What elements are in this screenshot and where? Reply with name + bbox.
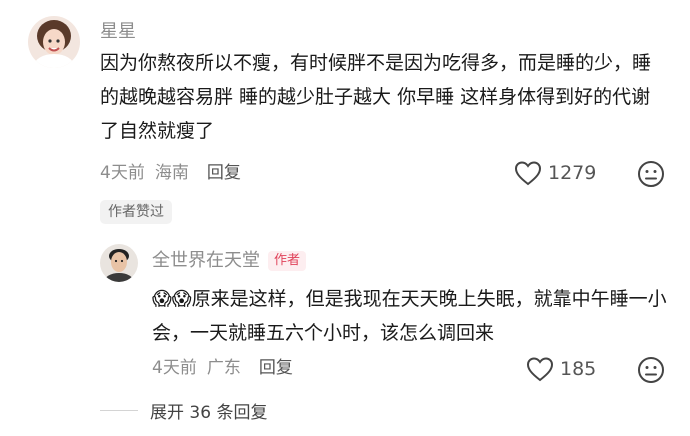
- commenter-username[interactable]: 星星: [100, 21, 136, 43]
- comment-location: 海南: [154, 163, 189, 183]
- reply-like-button[interactable]: 185: [526, 356, 596, 382]
- comment-reply-button[interactable]: 回复: [207, 163, 241, 183]
- comment-like-button[interactable]: 1279: [514, 160, 596, 186]
- reply-dislike-button[interactable]: [637, 356, 665, 384]
- neutral-face-icon: [638, 161, 664, 187]
- reply-text: 原来是这样，但是我现在天天晚上失眠，就靠中午睡一小会，一天就睡五六个小时，该怎么…: [152, 288, 667, 344]
- expand-replies-button[interactable]: 展开 36 条回复: [100, 398, 267, 423]
- author-tag: 作者: [268, 251, 307, 271]
- commenter-avatar[interactable]: [28, 16, 80, 68]
- reply-header: 全世界在天堂 作者: [152, 250, 307, 272]
- reply-author-avatar[interactable]: [100, 244, 138, 282]
- reply-time: 4天前: [152, 358, 197, 378]
- reply-username[interactable]: 全世界在天堂: [152, 250, 260, 272]
- comment-dislike-button[interactable]: [637, 160, 665, 188]
- reply-reply-button[interactable]: 回复: [259, 358, 293, 378]
- reply-location: 广东: [206, 358, 241, 378]
- scream-emoji-icon: 😱😱: [152, 288, 192, 310]
- reply-meta: 4天前 广东 回复: [152, 357, 303, 379]
- reply-like-count: 185: [560, 358, 597, 380]
- neutral-face-icon: [638, 357, 664, 383]
- author-liked-badge: 作者赞过: [100, 200, 172, 224]
- expand-replies-label: 展开 36 条回复: [150, 403, 268, 423]
- comment-text: 因为你熬夜所以不瘦，有时候胖不是因为吃得多，而是睡的少，睡的越晚越容易胖 睡的越…: [100, 52, 652, 142]
- comment-meta: 4天前 海南 回复: [100, 162, 251, 184]
- comment-time: 4天前: [100, 163, 145, 183]
- expand-divider: [100, 410, 138, 411]
- comment-like-count: 1279: [548, 162, 597, 184]
- heart-outline-icon: [526, 357, 554, 382]
- reply-text-block: 😱😱原来是这样，但是我现在天天晚上失眠，就靠中午睡一小会，一天就睡五六个小时，该…: [152, 282, 672, 350]
- heart-outline-icon: [514, 161, 542, 186]
